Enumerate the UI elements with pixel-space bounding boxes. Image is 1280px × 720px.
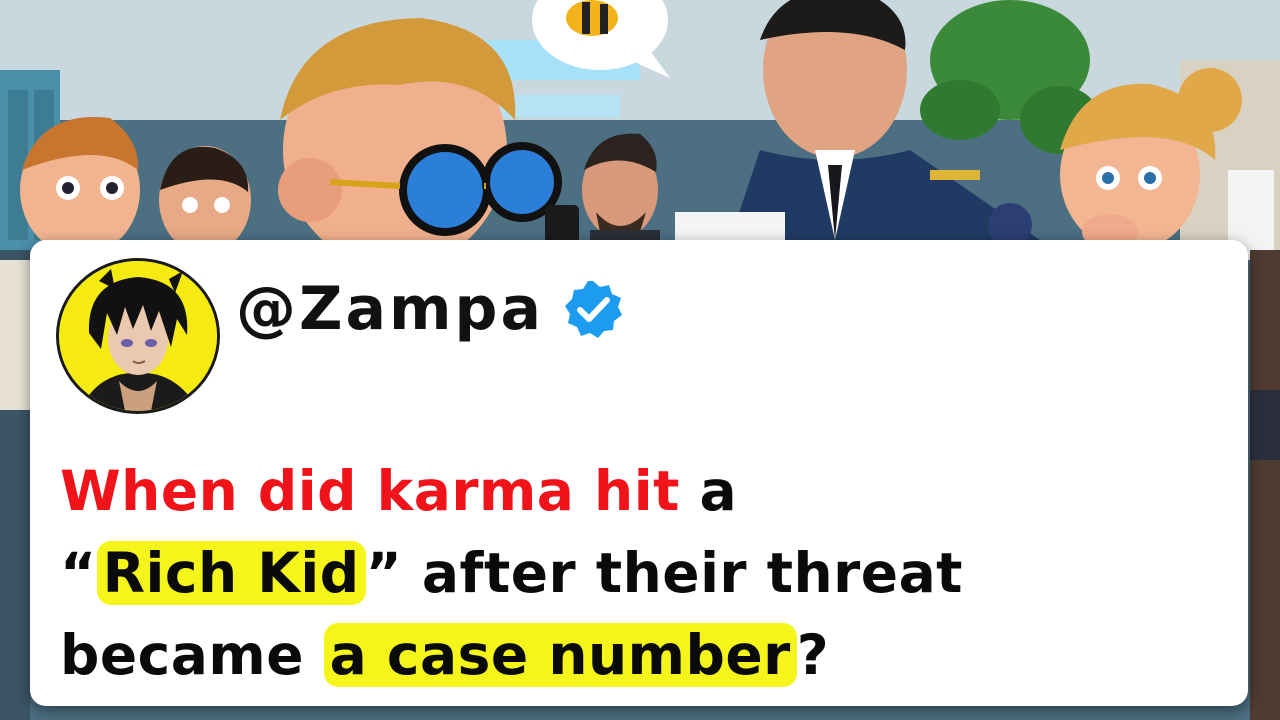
question-red-text: When did karma hit	[60, 459, 680, 523]
question-mark: ?	[796, 623, 830, 687]
question-line-3-lead: became	[60, 623, 324, 687]
open-quote: “	[60, 541, 97, 605]
rich-kid-highlight: Rich Kid	[96, 541, 366, 605]
verified-badge-icon	[564, 281, 622, 338]
close-quote: ”	[365, 541, 403, 605]
question-line-2-rest: after their threat	[402, 541, 963, 605]
case-number-highlight: a case number	[323, 623, 797, 687]
author-row: @Zampa	[236, 274, 624, 344]
anime-avatar-icon	[59, 261, 217, 411]
question-line-3: became a case number?	[60, 614, 1240, 696]
question-line-1-rest: a	[679, 459, 738, 523]
post-question: When did karma hit a “Rich Kid” after th…	[60, 450, 1240, 696]
avatar[interactable]	[56, 258, 220, 414]
author-handle[interactable]: @Zampa	[236, 279, 544, 339]
question-line-2: “Rich Kid” after their threat	[60, 532, 1240, 614]
question-line-1: When did karma hit a	[60, 450, 1240, 532]
